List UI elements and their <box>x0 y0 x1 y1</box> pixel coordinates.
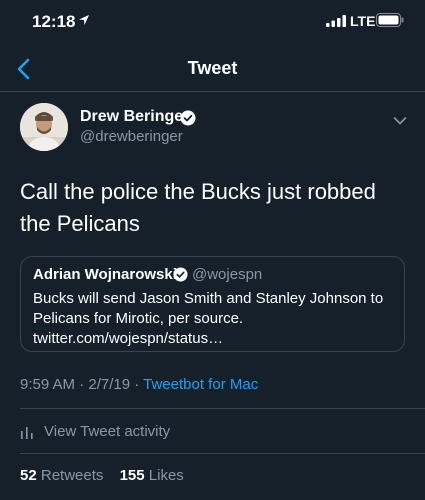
view-tweet-activity-link[interactable]: View Tweet activity <box>44 423 170 440</box>
status-time: 12:18 <box>32 12 76 31</box>
quoted-author-name: Adrian Wojnarowski <box>33 266 177 283</box>
location-arrow-icon <box>79 15 89 25</box>
author-name[interactable]: Drew Beringer <box>80 108 189 126</box>
likes-count[interactable]: 155 <box>120 467 145 484</box>
tweet-source-link[interactable]: Tweetbot for Mac <box>143 376 258 393</box>
author-handle[interactable]: @drewberinger <box>80 128 183 145</box>
tweet-metadata: 9:59 AM · 2/7/19 · Tweetbot for Mac <box>20 376 258 393</box>
quoted-tweet-card[interactable]: Adrian Wojnarowski @wojespn Bucks will s… <box>20 256 405 352</box>
network-type-label: LTE <box>350 13 376 29</box>
quoted-author-handle: @wojespn <box>192 266 263 283</box>
verified-badge-icon <box>180 110 196 126</box>
chevron-down-icon[interactable] <box>393 116 407 126</box>
likes-label[interactable]: Likes <box>149 467 184 484</box>
quoted-tweet-text: Bucks will send Jason Smith and Stanley … <box>33 290 384 347</box>
cellular-signal-icon <box>326 15 346 27</box>
retweets-count[interactable]: 52 <box>20 467 37 484</box>
avatar[interactable] <box>20 103 68 151</box>
divider <box>20 453 425 454</box>
engagement-stats: 52 Retweets 155 Likes <box>20 467 184 484</box>
bar-chart-icon <box>21 427 33 439</box>
divider <box>20 408 425 409</box>
verified-badge-icon <box>173 267 188 282</box>
retweets-label[interactable]: Retweets <box>41 467 104 484</box>
status-bar: 12:18 LTE <box>0 0 425 44</box>
page-title: Tweet <box>187 58 238 78</box>
battery-icon <box>376 13 404 27</box>
navigation-bar: Tweet <box>0 44 425 92</box>
tweet-timestamp: 9:59 AM · 2/7/19 · <box>20 376 144 393</box>
tweet-text: Call the police the Bucks just robbed th… <box>20 179 376 236</box>
avatar-image <box>20 103 68 151</box>
